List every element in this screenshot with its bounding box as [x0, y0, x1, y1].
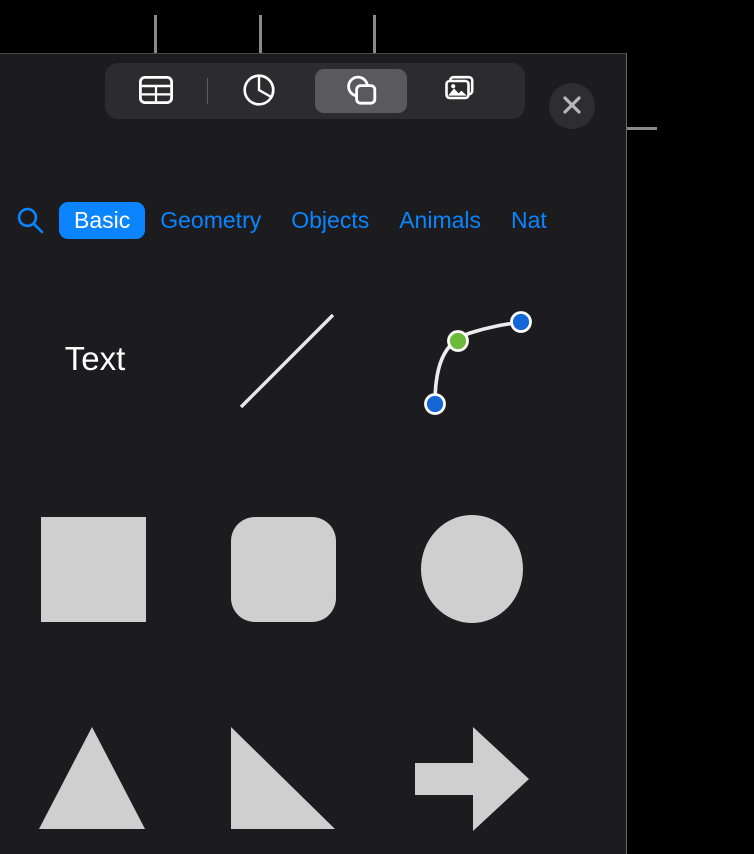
rounded-square-shape[interactable]: [190, 464, 380, 674]
shape-row: Text: [0, 254, 626, 464]
shape-grid: Text: [0, 254, 626, 854]
shapes-icon: [344, 74, 378, 109]
close-button[interactable]: [549, 83, 595, 129]
category-tab-animals[interactable]: Animals: [384, 202, 496, 239]
panel-toolbar: [0, 54, 626, 132]
search-icon[interactable]: [15, 205, 45, 235]
callout-line-chart: [259, 15, 262, 58]
triangle-shape[interactable]: [0, 674, 190, 854]
text-shape[interactable]: Text: [0, 254, 190, 464]
tab-media[interactable]: [417, 69, 509, 113]
right-triangle-shape[interactable]: [190, 674, 380, 854]
pie-chart-icon: [242, 73, 276, 110]
category-tab-objects[interactable]: Objects: [276, 202, 384, 239]
table-icon: [138, 75, 174, 107]
category-tab-nature[interactable]: Nat: [496, 202, 562, 239]
category-tab-geometry[interactable]: Geometry: [145, 202, 276, 239]
callout-line-table: [154, 15, 157, 58]
category-tab-bar: Basic Geometry Objects Animals Nat: [0, 194, 626, 246]
insert-type-segmented-control: [105, 63, 525, 119]
curve-shape[interactable]: [380, 254, 570, 464]
text-shape-label: Text: [64, 340, 126, 377]
toolbar-divider: [207, 78, 208, 104]
circle-shape[interactable]: [380, 464, 570, 674]
arrow-shape[interactable]: [380, 674, 570, 854]
shape-row: [0, 464, 626, 674]
tab-table[interactable]: [110, 69, 202, 113]
tab-chart[interactable]: [213, 69, 305, 113]
callout-line-shapes: [373, 15, 376, 58]
tab-shapes[interactable]: [315, 69, 407, 113]
shape-picker-panel: Basic Geometry Objects Animals Nat Text: [0, 53, 627, 854]
media-icon: [445, 75, 481, 108]
shape-row: [0, 674, 626, 854]
category-tab-basic[interactable]: Basic: [59, 201, 146, 239]
close-icon: [560, 93, 584, 120]
line-shape[interactable]: [190, 254, 380, 464]
square-shape[interactable]: [0, 464, 190, 674]
